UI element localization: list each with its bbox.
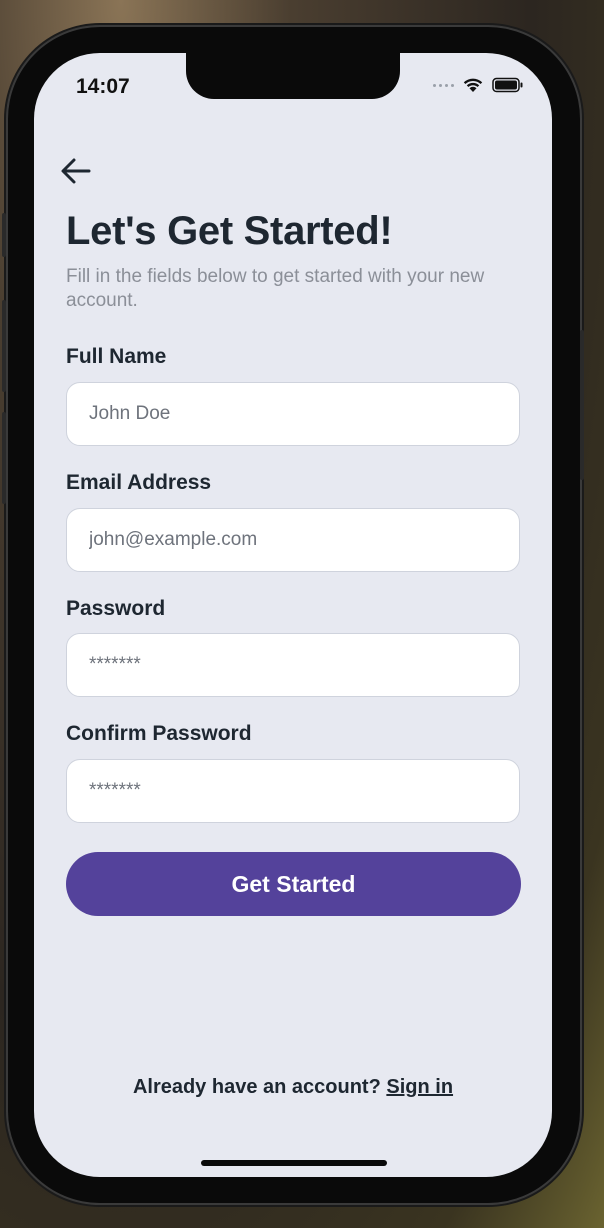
full-name-input[interactable] (66, 382, 520, 446)
battery-icon (492, 77, 523, 93)
status-icons (433, 77, 524, 93)
arrow-left-icon (61, 158, 91, 184)
status-time: 14:07 (76, 75, 130, 98)
volume-up-button (2, 300, 6, 392)
home-indicator[interactable] (201, 1160, 387, 1166)
password-input[interactable] (66, 633, 520, 697)
confirm-password-label: Confirm Password (66, 722, 252, 745)
email-input[interactable] (66, 508, 520, 572)
volume-down-button (2, 412, 6, 504)
password-label: Password (66, 597, 166, 620)
sign-in-link[interactable]: Sign in (386, 1076, 453, 1098)
signin-prompt: Already have an account? (132, 1076, 381, 1098)
cellular-signal-icon (433, 83, 454, 87)
page-title: Let's Get Started! (66, 209, 393, 253)
back-button[interactable] (56, 151, 96, 191)
mute-switch (2, 213, 6, 257)
full-name-label: Full Name (66, 345, 167, 368)
app-screen: 14:07 Let's Get Started! Fill in the fie… (34, 53, 552, 1177)
email-label: Email Address (66, 471, 212, 494)
wifi-icon (463, 78, 483, 92)
power-button (580, 330, 584, 480)
page-subtitle: Fill in the fields below to get started … (66, 266, 485, 311)
get-started-button[interactable]: Get Started (66, 852, 521, 916)
signin-row: Already have an account? Sign in (34, 1076, 552, 1099)
confirm-password-input[interactable] (66, 759, 520, 823)
notch (186, 53, 400, 99)
